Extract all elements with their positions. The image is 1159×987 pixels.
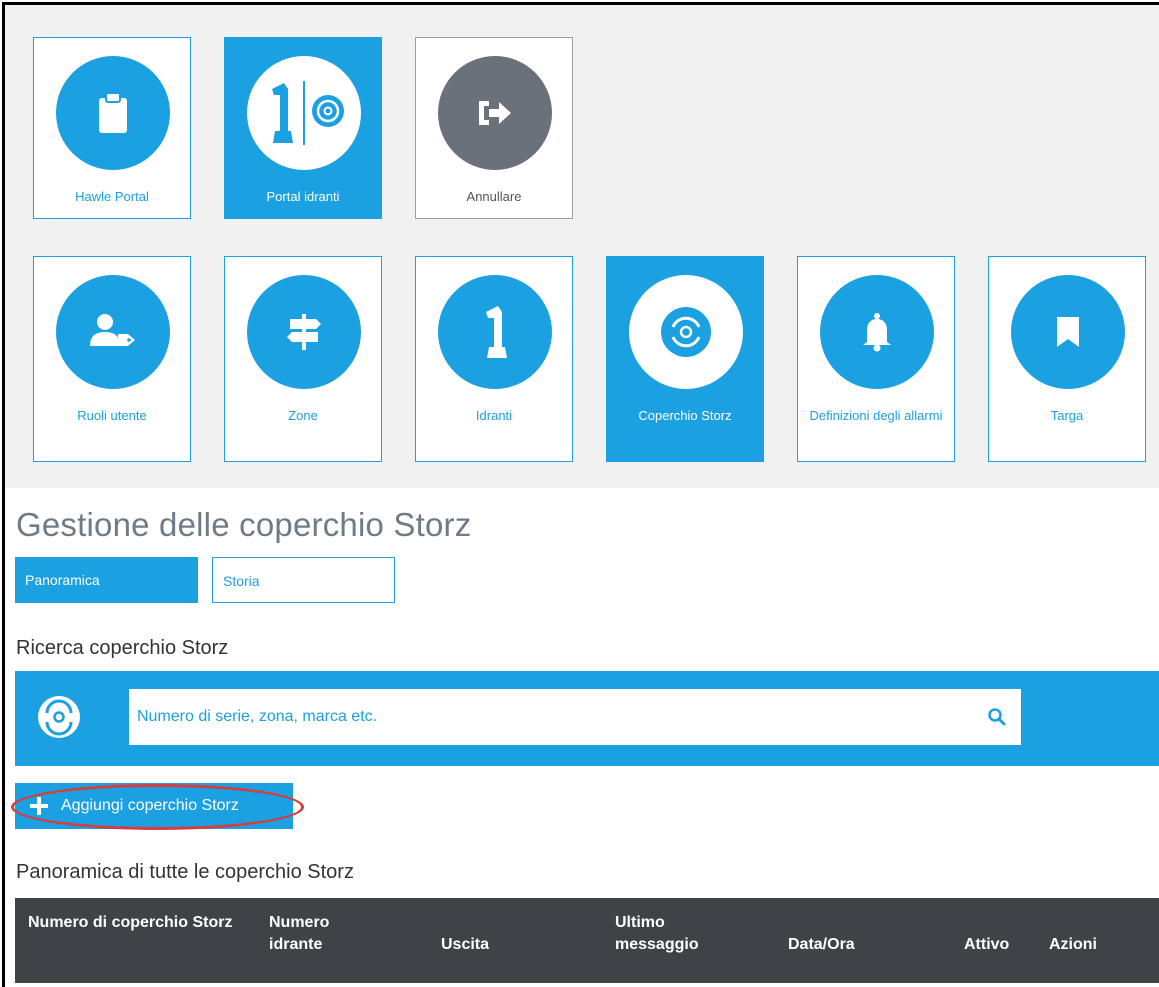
hydrant-storz-icon: [247, 56, 361, 170]
search-placeholder: Numero di serie, zona, marca etc.: [137, 708, 378, 725]
tile-zone[interactable]: Zone: [224, 256, 382, 462]
tile-label: Hawle Portal: [75, 189, 149, 204]
column-header[interactable]: Numero idrante: [269, 912, 359, 956]
search-input[interactable]: Numero di serie, zona, marca etc.: [129, 689, 1021, 745]
tile-ruoli-utente[interactable]: Ruoli utente: [33, 256, 191, 462]
hydrant-icon: [438, 275, 552, 389]
tile-label: Ruoli utente: [77, 408, 147, 423]
tile-label: Coperchio Storz: [638, 408, 732, 423]
tile-annullare[interactable]: Annullare: [415, 37, 573, 219]
user-tag-icon: [56, 275, 170, 389]
search-icon[interactable]: [987, 707, 1007, 727]
tile-portal-idranti[interactable]: Portal idranti: [224, 37, 382, 219]
page-title: Gestione delle coperchio Storz: [16, 506, 472, 543]
column-header[interactable]: Attivo: [964, 934, 1009, 956]
tile-label: Portal idranti: [266, 189, 340, 204]
tile-targa[interactable]: Targa: [988, 256, 1146, 462]
clipboard-icon: [56, 56, 170, 170]
tile-coperchio-storz[interactable]: Coperchio Storz: [606, 256, 764, 462]
tab-panoramica[interactable]: Panoramica: [15, 557, 198, 603]
column-header[interactable]: Ultimo messaggio: [615, 912, 725, 956]
search-bar: Numero di serie, zona, marca etc.: [15, 671, 1159, 766]
column-header[interactable]: Azioni: [1049, 934, 1097, 956]
column-header[interactable]: Data/Ora: [788, 934, 855, 956]
tile-label: Definizioni degli allarmi: [809, 408, 943, 423]
plus-icon: [30, 797, 48, 815]
overview-section-title: Panoramica di tutte le coperchio Storz: [16, 861, 354, 883]
tile-label: Zone: [288, 408, 318, 423]
signpost-icon: [247, 275, 361, 389]
tile-label: Idranti: [475, 408, 513, 423]
column-header[interactable]: Numero di coperchio Storz: [28, 912, 238, 934]
add-storz-cap-button[interactable]: Aggiungi coperchio Storz: [15, 783, 293, 829]
tab-storia[interactable]: Storia: [212, 557, 395, 603]
search-section-title: Ricerca coperchio Storz: [16, 637, 229, 659]
bookmark-icon: [1011, 275, 1125, 389]
storz-cap-icon: [38, 696, 80, 738]
tile-definizioni-allarmi[interactable]: Definizioni degli allarmi: [797, 256, 955, 462]
storz-cap-icon: [629, 275, 743, 389]
add-button-label: Aggiungi coperchio Storz: [61, 797, 239, 814]
tile-idranti[interactable]: Idranti: [415, 256, 573, 462]
tile-hawle-portal[interactable]: Hawle Portal: [33, 37, 191, 219]
tile-label: Targa: [1050, 408, 1084, 423]
column-header[interactable]: Uscita: [441, 934, 489, 956]
tile-label: Annullare: [466, 189, 522, 204]
sign-out-icon: [438, 56, 552, 170]
bell-icon: [820, 275, 934, 389]
table-header: Numero di coperchio Storz Numero idrante…: [15, 898, 1159, 983]
